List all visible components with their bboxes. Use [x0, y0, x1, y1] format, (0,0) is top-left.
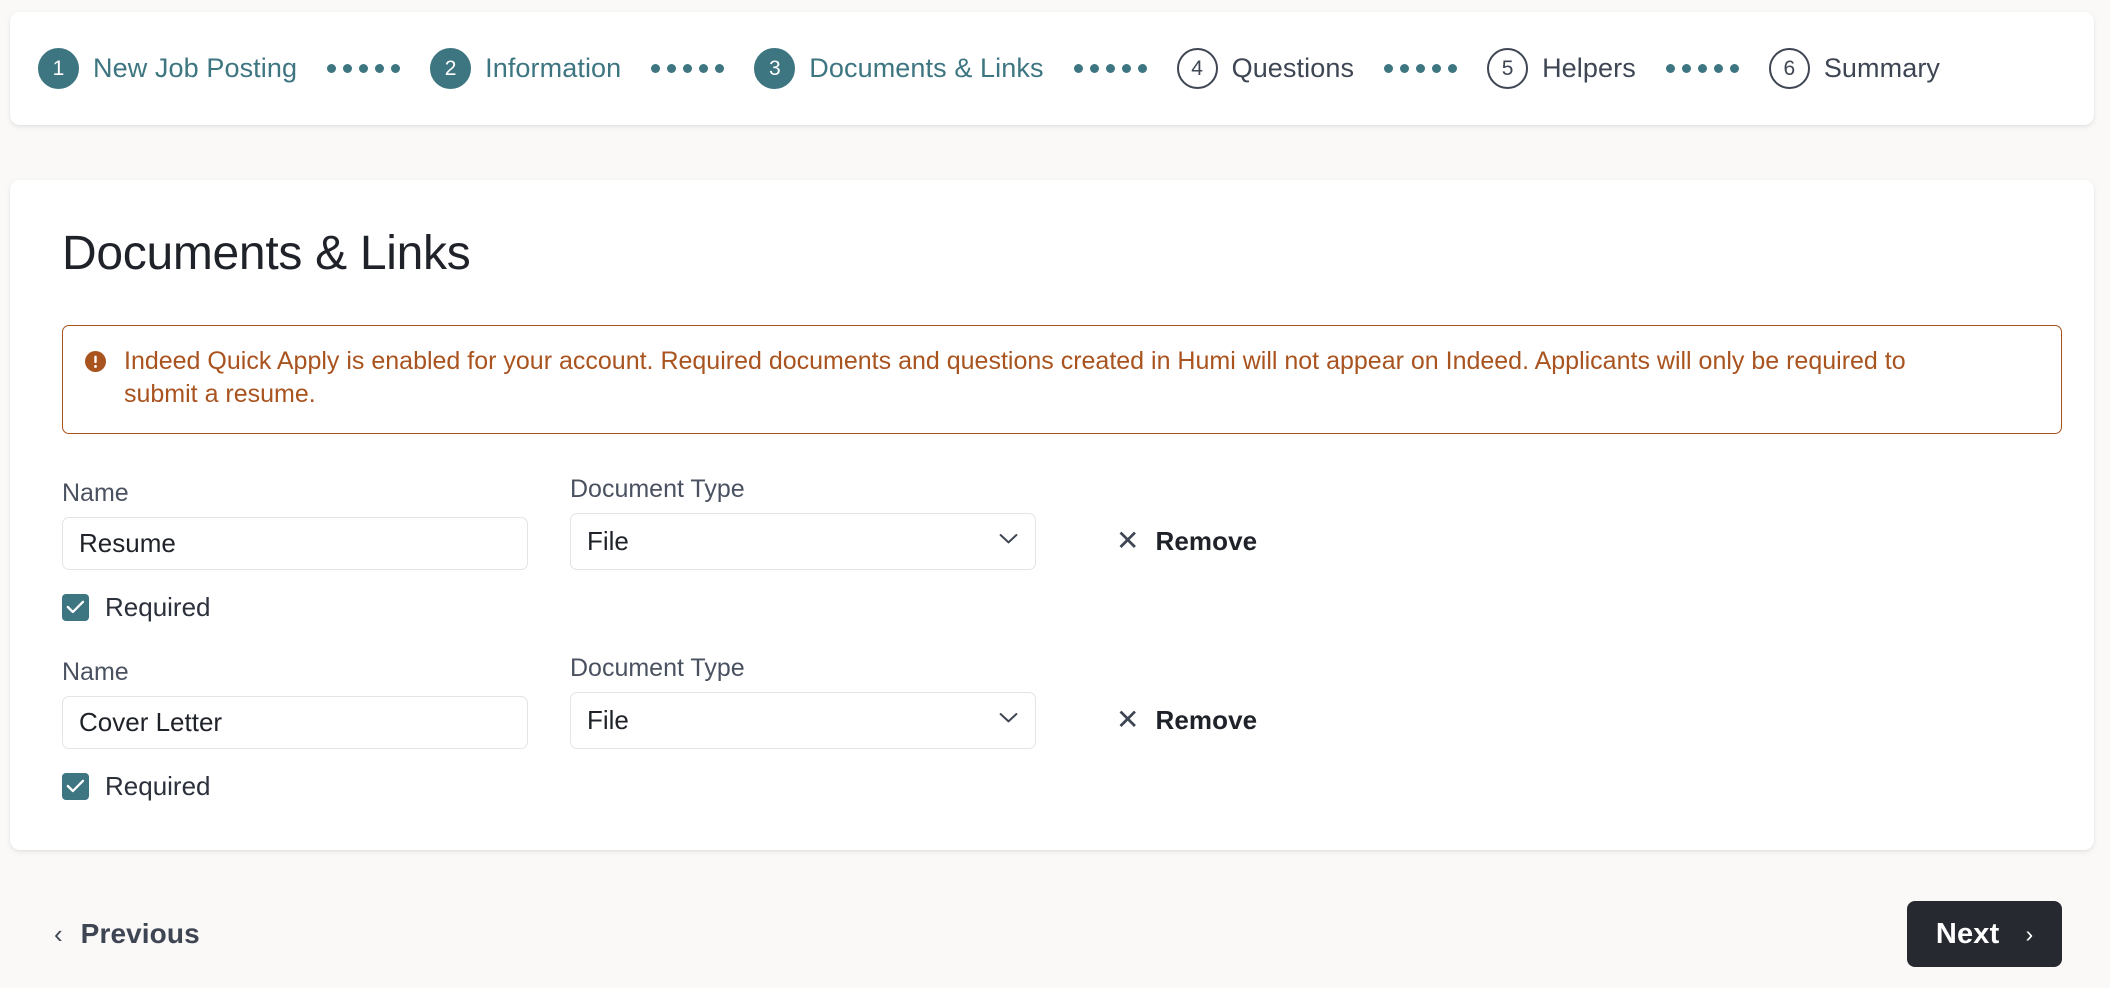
- remove-document-button[interactable]: ✕ Remove: [1110, 704, 1263, 749]
- step-label-2: Information: [485, 53, 622, 83]
- stepper-step-information[interactable]: 2 Information: [430, 48, 621, 89]
- step-number-2: 2: [430, 48, 472, 89]
- connector-dot: [1665, 64, 1675, 73]
- connector-dot: [1073, 64, 1083, 73]
- document-type-label: Document Type: [570, 474, 745, 503]
- alert-circle-icon: [85, 351, 106, 372]
- connector-dot: [1384, 64, 1394, 73]
- document-type-select-wrap: File: [570, 691, 1036, 749]
- connector-dot: [1416, 64, 1426, 73]
- connector-dot: [683, 64, 693, 73]
- connector-dot: [1089, 64, 1099, 73]
- name-label: Name: [62, 478, 129, 507]
- connector-dot: [1713, 64, 1723, 73]
- step-label-3: Documents & Links: [809, 53, 1044, 83]
- name-field-group: Name: [62, 478, 528, 570]
- document-type-field-group: Document Type File: [570, 653, 1036, 749]
- connector-dot: [327, 64, 337, 73]
- indeed-quick-apply-alert: Indeed Quick Apply is enabled for your a…: [62, 325, 2062, 434]
- connector-dot: [1400, 64, 1410, 73]
- job-posting-wizard-page: 1 New Job Posting 2 Information 3 Docume…: [0, 0, 2110, 988]
- page-title: Documents & Links: [62, 227, 471, 280]
- wizard-footer: ‹ Previous Next ›: [0, 880, 2110, 988]
- close-icon: ✕: [1116, 525, 1140, 556]
- stepper-steps: 1 New Job Posting 2 Information 3 Docume…: [38, 48, 2066, 89]
- required-checkbox[interactable]: [62, 593, 89, 621]
- documents-and-links-card: Documents & Links Indeed Quick Apply is …: [10, 180, 2094, 850]
- step-number-1: 1: [38, 48, 79, 89]
- document-name-input[interactable]: [62, 516, 528, 570]
- document-name-input[interactable]: [62, 695, 528, 749]
- connector-dot: [375, 64, 385, 73]
- remove-label: Remove: [1155, 704, 1258, 735]
- document-row-fields: Name Document Type File: [62, 474, 2042, 570]
- connector-dot: [1105, 64, 1115, 73]
- step-connector-3: [1073, 64, 1147, 73]
- document-row: Name Document Type File: [62, 653, 2042, 802]
- connector-dot: [359, 64, 369, 73]
- connector-dot: [1729, 64, 1739, 73]
- remove-label: Remove: [1155, 525, 1258, 556]
- alert-message: Indeed Quick Apply is enabled for your a…: [124, 347, 1906, 409]
- required-label: Required: [105, 591, 211, 622]
- step-number-3: 3: [754, 48, 796, 89]
- name-label: Name: [62, 657, 129, 686]
- document-type-value: File: [587, 704, 629, 735]
- required-checkbox-row[interactable]: Required: [62, 771, 211, 802]
- stepper-step-summary[interactable]: 6 Summary: [1768, 48, 1941, 89]
- document-type-select[interactable]: File: [570, 512, 1036, 570]
- stepper-step-new-job-posting[interactable]: 1 New Job Posting: [38, 48, 297, 89]
- previous-label: Previous: [80, 918, 200, 949]
- connector-dot: [1697, 64, 1707, 73]
- step-label-5: Helpers: [1542, 53, 1636, 83]
- chevron-left-icon: ‹: [54, 919, 63, 949]
- next-button[interactable]: Next ›: [1907, 901, 2062, 967]
- document-type-value: File: [587, 525, 629, 556]
- required-checkbox-row[interactable]: Required: [62, 592, 211, 623]
- name-field-group: Name: [62, 657, 528, 749]
- remove-document-button[interactable]: ✕ Remove: [1110, 525, 1263, 570]
- step-connector-4: [1384, 64, 1458, 73]
- connector-dot: [667, 64, 677, 73]
- connector-dot: [1137, 64, 1147, 73]
- step-connector-5: [1665, 64, 1739, 73]
- close-icon: ✕: [1116, 704, 1140, 735]
- step-connector-2: [651, 64, 725, 73]
- document-type-select-wrap: File: [570, 512, 1036, 570]
- step-connector-1: [327, 64, 401, 73]
- stepper-step-helpers[interactable]: 5 Helpers: [1487, 48, 1636, 89]
- step-label-6: Summary: [1823, 53, 1941, 83]
- connector-dot: [1432, 64, 1442, 73]
- stepper-step-documents-and-links[interactable]: 3 Documents & Links: [754, 48, 1043, 89]
- connector-dot: [343, 64, 353, 73]
- required-checkbox[interactable]: [62, 772, 89, 800]
- next-label: Next: [1935, 917, 2000, 950]
- connector-dot: [715, 64, 725, 73]
- step-label-1: New Job Posting: [93, 53, 298, 83]
- connector-dot: [699, 64, 709, 73]
- document-row: Name Document Type File: [62, 474, 2042, 623]
- document-type-field-group: Document Type File: [570, 474, 1036, 570]
- document-type-select[interactable]: File: [570, 691, 1036, 749]
- connector-dot: [1681, 64, 1691, 73]
- connector-dot: [1121, 64, 1131, 73]
- required-label: Required: [105, 770, 211, 801]
- connector-dot: [1448, 64, 1458, 73]
- connector-dot: [651, 64, 661, 73]
- stepper-step-questions[interactable]: 4 Questions: [1176, 48, 1355, 89]
- step-number-6: 6: [1768, 48, 1810, 89]
- chevron-right-icon: ›: [2025, 920, 2034, 947]
- wizard-stepper: 1 New Job Posting 2 Information 3 Docume…: [10, 12, 2094, 125]
- document-type-label: Document Type: [570, 653, 745, 682]
- step-number-4: 4: [1176, 48, 1218, 89]
- previous-button[interactable]: ‹ Previous: [48, 908, 206, 960]
- step-number-5: 5: [1487, 48, 1529, 89]
- step-label-4: Questions: [1231, 53, 1355, 83]
- connector-dot: [391, 64, 401, 73]
- document-row-fields: Name Document Type File: [62, 653, 2042, 749]
